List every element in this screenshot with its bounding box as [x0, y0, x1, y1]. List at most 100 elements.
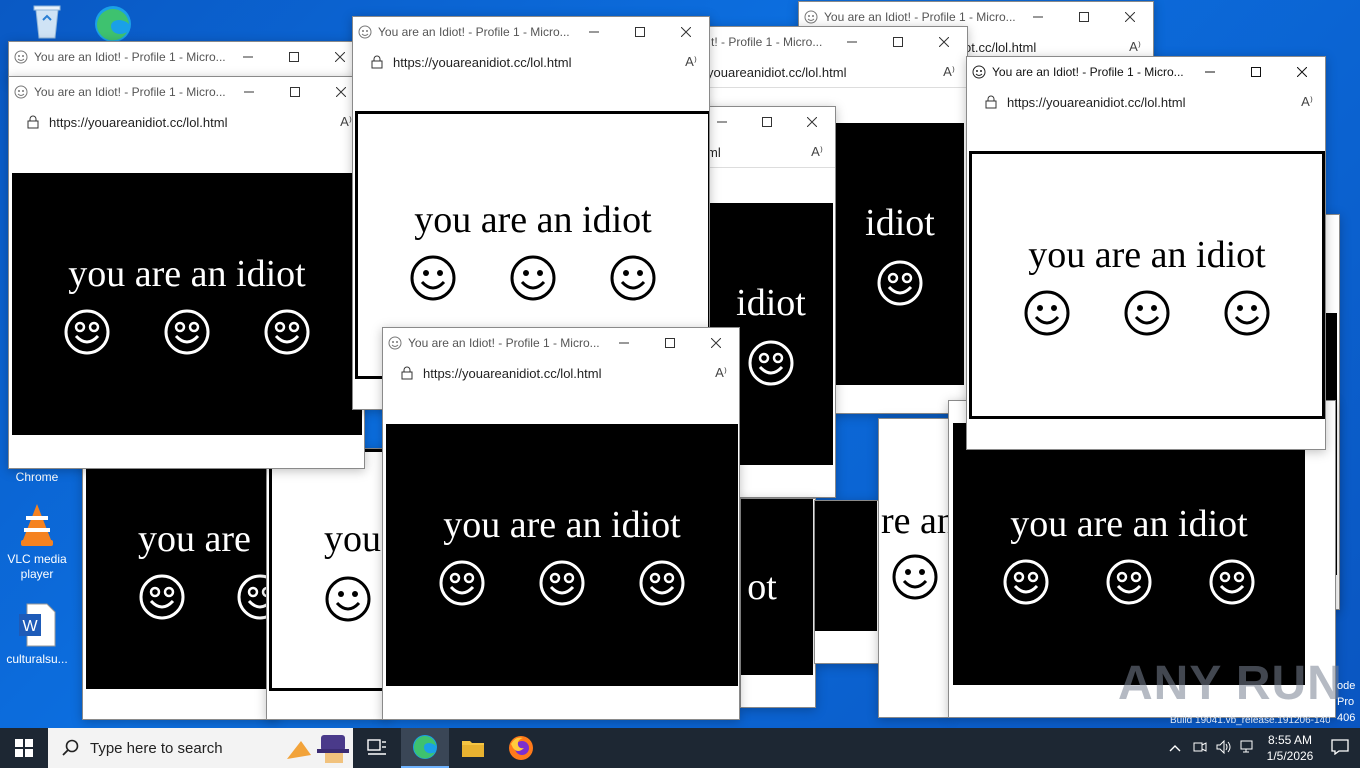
read-aloud-icon[interactable]: A⁾: [799, 144, 835, 160]
minimize-button[interactable]: [1015, 2, 1061, 32]
idiot-card: you are an idiot: [953, 423, 1305, 685]
phrase-fragment: you are: [138, 518, 251, 560]
idiot-card: idiot: [836, 123, 964, 385]
phrase-fragment: ot: [747, 566, 777, 608]
desktop-icon-vlc[interactable]: VLC media player: [0, 502, 74, 582]
desktop-icon-chrome[interactable]: Chrome: [0, 470, 74, 485]
maximize-button[interactable]: [1233, 57, 1279, 87]
word-document-icon: W: [19, 603, 56, 647]
maximize-button[interactable]: [1061, 2, 1107, 32]
popup-window[interactable]: ot: [740, 498, 816, 708]
window-title: You are an Idiot! - Profile 1 - Micro...: [378, 25, 570, 39]
url-text[interactable]: https://youareanidiot.cc/lol.html: [423, 366, 703, 381]
taskbar-file-explorer-button[interactable]: [449, 728, 497, 768]
maximize-button[interactable]: [271, 42, 317, 72]
start-button[interactable]: [0, 728, 48, 768]
popup-window-active[interactable]: You are an Idiot! - Profile 1 - Micro...…: [382, 327, 740, 720]
close-button[interactable]: [1279, 57, 1325, 87]
anyrun-watermark: ANY RUN: [1118, 657, 1343, 710]
maximize-button[interactable]: [617, 17, 663, 47]
window-title: You are an Idiot! - Profile 1 - Micro...: [34, 85, 226, 99]
build-info: Build 19041.vb_release.191206-1406: [1170, 715, 1330, 726]
popup-window[interactable]: You are an Idiot! - Profile 1 - Micro...…: [966, 56, 1326, 450]
chevron-up-icon[interactable]: [1162, 741, 1188, 755]
desktop-icon-document[interactable]: W culturalsu...: [0, 602, 74, 667]
taskbar-edge-button[interactable]: [401, 728, 449, 768]
url-text[interactable]: ot.cc/lol.html: [964, 40, 1117, 55]
url-text[interactable]: https://youareanidiot.cc/lol.html: [393, 55, 673, 70]
window-title: You are an Idiot! - Profile 1 - Micro...: [992, 65, 1184, 79]
read-aloud-icon[interactable]: A⁾: [673, 54, 709, 70]
clock[interactable]: 8:55 AM 1/5/2026: [1260, 732, 1320, 764]
lock-icon: [27, 115, 39, 129]
taskbar-firefox-button[interactable]: [497, 728, 545, 768]
smiley-face-icon: [325, 576, 371, 622]
minimize-button[interactable]: [571, 17, 617, 47]
read-aloud-icon[interactable]: A⁾: [931, 64, 967, 80]
phrase-fragment: re an: [881, 500, 950, 542]
close-button[interactable]: [790, 107, 835, 137]
popup-window[interactable]: you: [266, 448, 390, 720]
read-aloud-icon[interactable]: A⁾: [703, 365, 739, 381]
url-text[interactable]: https://youareanidiot.cc/lol.html: [1007, 95, 1289, 110]
taskbar: Type here to search 8:55 AM 1/5/2026: [0, 728, 1360, 768]
smiley-favicon-icon: [388, 336, 404, 350]
task-view-button[interactable]: [353, 728, 401, 768]
taskbar-search-box[interactable]: Type here to search: [48, 728, 353, 768]
smiley-face-icon: [510, 255, 556, 301]
svg-text:W: W: [22, 618, 38, 635]
popup-window[interactable]: [814, 500, 880, 664]
popup-window[interactable]: re an: [878, 418, 950, 718]
maximize-button[interactable]: [744, 107, 789, 137]
build-info-fragment: ode Pro 406: [1337, 678, 1355, 726]
lock-icon: [371, 55, 383, 69]
read-aloud-icon[interactable]: A⁾: [1117, 39, 1153, 55]
desktop-icon-chrome-label: Chrome: [15, 470, 59, 484]
read-aloud-icon[interactable]: A⁾: [1289, 94, 1325, 110]
close-button[interactable]: [1107, 2, 1153, 32]
notification-icon[interactable]: [1320, 738, 1360, 758]
idiot-phrase: you are an idiot: [414, 199, 652, 241]
minimize-button[interactable]: [225, 42, 271, 72]
idiot-card: you are an idiot: [386, 424, 738, 686]
close-button[interactable]: [663, 17, 709, 47]
smiley-face-icon: [1003, 559, 1049, 605]
minimize-button[interactable]: [1187, 57, 1233, 87]
maximize-button[interactable]: [875, 27, 921, 57]
folder-icon: [462, 741, 484, 757]
desktop-icon-document-label: culturalsu...: [6, 652, 68, 666]
url-text[interactable]: youareanidiot.cc/lol.html: [701, 65, 931, 80]
recycle-bin-icon[interactable]: [10, 2, 84, 42]
popup-window[interactable]: You are an Idiot! - Profile 1 - Micro...…: [8, 76, 365, 469]
popup-window-behind[interactable]: You are an Idiot! - Profile 1 - Micro...: [8, 41, 364, 81]
search-placeholder: Type here to search: [90, 739, 223, 757]
device-icon[interactable]: [1188, 740, 1212, 757]
window-title: You are an Idiot! - Profile 1 - Micro...: [408, 336, 600, 350]
idiot-phrase: you are an idiot: [1028, 234, 1266, 276]
idiot-phrase: you are an idiot: [1010, 503, 1248, 545]
edge-desktop-icon[interactable]: [76, 4, 150, 44]
network-icon[interactable]: [1236, 740, 1260, 757]
smiley-face-icon: [1124, 290, 1170, 336]
idiot-card: you are an idiot: [12, 173, 362, 435]
url-text[interactable]: https://youareanidiot.cc/lol.html: [49, 115, 328, 130]
idiot-phrase: you are an idiot: [443, 504, 681, 546]
smiley-face-icon: [1224, 290, 1270, 336]
edition-fragment-3: 406: [1337, 712, 1356, 724]
close-button[interactable]: [921, 27, 967, 57]
idiot-card: you are: [86, 449, 276, 689]
firefox-icon: [509, 736, 533, 760]
maximize-button[interactable]: [647, 328, 693, 358]
smiley-face-icon: [877, 260, 923, 306]
smiley-favicon-icon: [14, 85, 30, 99]
minimize-button[interactable]: [829, 27, 875, 57]
minimize-button[interactable]: [601, 328, 647, 358]
volume-icon[interactable]: [1212, 739, 1236, 757]
minimize-button[interactable]: [226, 77, 272, 107]
smiley-favicon-icon: [14, 50, 30, 64]
url-text[interactable]: ml: [699, 145, 799, 160]
smiley-favicon-icon: [358, 25, 374, 39]
windows-logo-icon: [15, 739, 33, 757]
close-button[interactable]: [693, 328, 739, 358]
maximize-button[interactable]: [272, 77, 318, 107]
